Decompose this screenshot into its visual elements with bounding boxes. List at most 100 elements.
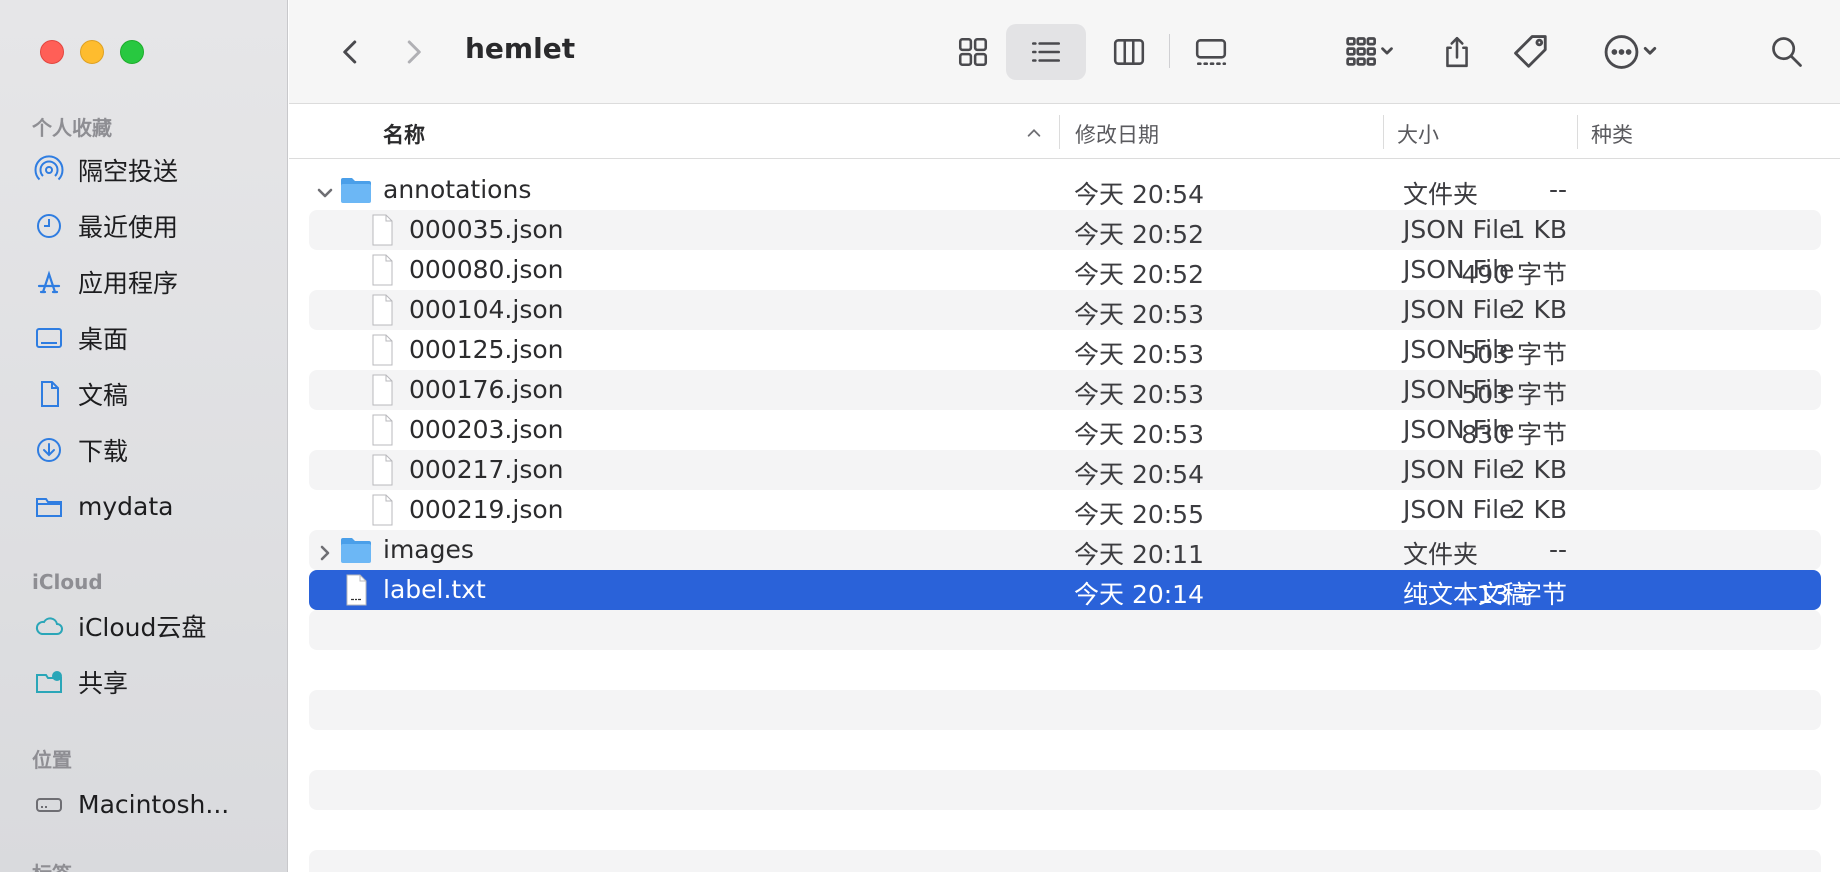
file-list: annotations 今天 20:54 -- 文件夹 000035.json … [289,160,1840,872]
list-item-file[interactable]: 000080.json 今天 20:52 490 字节 JSON File [309,250,1821,290]
sidebar-item-label: iCloud云盘 [78,613,207,642]
group-icon [1346,37,1393,66]
cloud-icon [32,609,66,643]
file-size: 2 KB [1509,495,1567,524]
zoom-window-button[interactable] [120,40,144,64]
file-date: 今天 20:14 [1074,580,1204,609]
json-file-icon [365,493,399,527]
sidebar-item-applications[interactable]: 应用程序 [32,262,272,302]
list-item-folder[interactable]: images 今天 20:11 -- 文件夹 [309,530,1821,570]
sidebar-item-label: 最近使用 [78,213,179,242]
file-date: 今天 20:52 [1074,220,1204,249]
back-button[interactable] [329,30,373,74]
folder-icon [32,489,66,523]
column-date[interactable]: 修改日期 [1075,119,1159,149]
empty-row [309,770,1821,810]
folder-icon [339,533,373,567]
json-file-icon [365,413,399,447]
toolbar: hemlet [289,0,1840,104]
sidebar-item-label: 隔空投送 [78,157,179,186]
json-file-icon [365,213,399,247]
icon-view-button[interactable] [935,24,1011,80]
sidebar-item-label: 应用程序 [78,269,179,298]
sidebar-heading-locations: 位置 [32,748,72,772]
file-kind: 纯文本文稿 [1403,580,1529,609]
list-view-icon [1031,42,1061,62]
list-item-file-selected[interactable]: label.txt 今天 20:14 13 字节 纯文本文稿 [309,570,1821,610]
sidebar-item-mydata[interactable]: mydata [32,486,272,526]
file-date: 今天 20:53 [1074,420,1204,449]
sidebar-item-label: 桌面 [78,325,129,354]
sidebar-heading-tags: 标签 [32,858,72,872]
search-button[interactable] [1759,24,1815,80]
sidebar-item-label: 文稿 [78,381,129,410]
chevron-right-icon[interactable] [315,540,335,561]
column-view-button[interactable] [1091,24,1167,80]
column-name[interactable]: 名称 [383,119,425,149]
sidebar-item-downloads[interactable]: 下载 [32,430,272,470]
sidebar: 个人收藏 隔空投送 最近使用 应用程序 桌面 文稿 下载 mydata iClo… [0,0,288,872]
sidebar-item-macintosh[interactable]: Macintosh... [32,784,272,824]
file-size: -- [1548,175,1567,204]
minimize-window-button[interactable] [80,40,104,64]
sidebar-item-label: mydata [78,491,174,521]
file-kind: JSON File [1403,415,1515,444]
file-name: 000125.json [409,335,564,364]
sidebar-item-desktop[interactable]: 桌面 [32,318,272,358]
file-date: 今天 20:53 [1074,300,1204,329]
file-date: 今天 20:54 [1074,460,1204,489]
chevron-right-icon [407,40,421,64]
group-button[interactable] [1329,24,1409,80]
file-name: annotations [383,175,532,204]
json-file-icon [365,453,399,487]
list-item-file[interactable]: 000176.json 今天 20:53 503 字节 JSON File [309,370,1821,410]
sidebar-item-label: 下载 [78,437,129,466]
window-title: hemlet [465,32,576,65]
sidebar-item-icloud-drive[interactable]: iCloud云盘 [32,606,272,646]
list-item-file[interactable]: 000035.json 今天 20:52 1 KB JSON File [309,210,1821,250]
shared-folder-icon [32,665,66,699]
list-item-file[interactable]: 000104.json 今天 20:53 2 KB JSON File [309,290,1821,330]
file-date: 今天 20:55 [1074,500,1204,529]
disk-icon [32,787,66,821]
list-item-file[interactable]: 000217.json 今天 20:54 2 KB JSON File [309,450,1821,490]
empty-row [309,690,1821,730]
tag-icon [1514,35,1547,68]
empty-row [309,850,1821,872]
sidebar-item-shared[interactable]: 共享 [32,662,272,702]
file-name: 000203.json [409,415,564,444]
finder-window: 个人收藏 隔空投送 最近使用 应用程序 桌面 文稿 下载 mydata iClo… [0,0,1840,872]
forward-button[interactable] [391,30,435,74]
list-item-file[interactable]: 000219.json 今天 20:55 2 KB JSON File [309,490,1821,530]
file-date: 今天 20:11 [1074,540,1204,569]
close-window-button[interactable] [40,40,64,64]
icon-view-icon [958,37,988,67]
tag-button[interactable] [1501,24,1561,80]
more-actions-button[interactable] [1589,24,1673,80]
list-item-file[interactable]: 000125.json 今天 20:53 503 字节 JSON File [309,330,1821,370]
share-button[interactable] [1427,24,1487,80]
gallery-view-button[interactable] [1173,24,1249,80]
applications-icon [32,265,66,299]
sidebar-item-documents[interactable]: 文稿 [32,374,272,414]
file-name: images [383,535,474,564]
sidebar-item-airdrop[interactable]: 隔空投送 [32,150,272,190]
file-kind: 文件夹 [1403,180,1479,209]
chevron-down-icon[interactable] [315,180,335,200]
json-file-icon [365,333,399,367]
list-item-folder[interactable]: annotations 今天 20:54 -- 文件夹 [309,170,1821,210]
sidebar-item-recents[interactable]: 最近使用 [32,206,272,246]
column-view-icon [1113,39,1145,65]
gallery-view-icon [1195,39,1227,65]
list-view-button[interactable] [1006,24,1086,80]
column-size[interactable]: 大小 [1397,119,1439,149]
file-kind: JSON File [1403,335,1515,364]
column-kind[interactable]: 种类 [1591,119,1633,149]
airdrop-icon [32,153,66,187]
file-kind: JSON File [1403,455,1515,484]
desktop-icon [32,321,66,355]
sidebar-item-label: Macintosh... [78,789,230,819]
file-name: 000080.json [409,255,564,284]
list-item-file[interactable]: 000203.json 今天 20:53 830 字节 JSON File [309,410,1821,450]
file-name: 000219.json [409,495,564,524]
